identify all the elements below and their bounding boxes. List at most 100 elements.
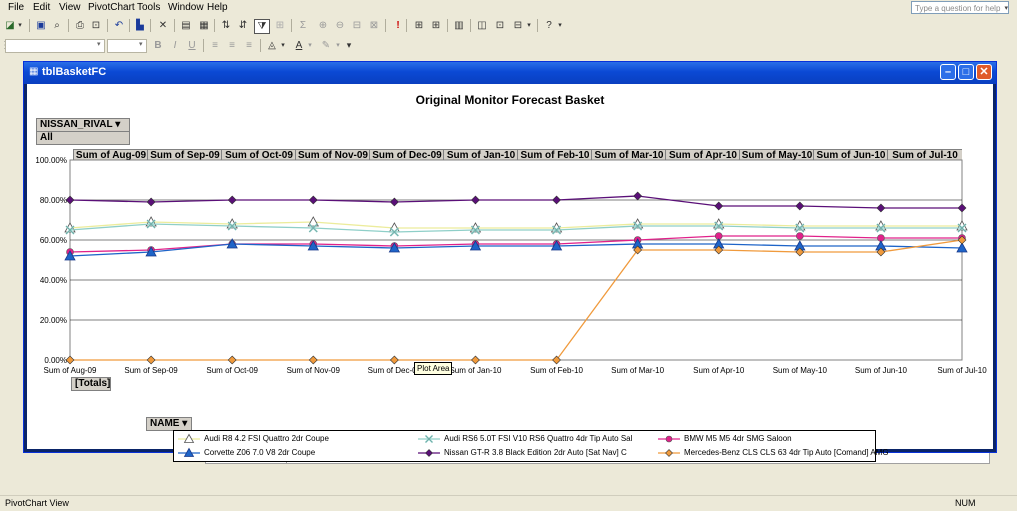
font-name-combo[interactable]: ▾ <box>5 39 105 53</box>
italic-icon[interactable]: I <box>168 39 182 52</box>
dropdown-arrow-icon[interactable]: ▾ <box>1004 2 1008 15</box>
menu-file[interactable]: File <box>8 2 24 13</box>
sort-descending-icon[interactable]: ⇵ <box>236 19 250 32</box>
autocalc-icon[interactable]: Σ <box>296 19 310 32</box>
status-text: PivotChart View <box>5 498 69 508</box>
legend-icon[interactable]: ▥ <box>452 19 466 32</box>
show-details-icon[interactable]: ⊟ <box>350 19 364 32</box>
menu-bar: File Edit View PivotChart Tools Window H… <box>0 0 1017 16</box>
chevron-down-icon[interactable]: ▾ <box>16 19 24 32</box>
refresh-icon[interactable]: ! <box>391 19 405 32</box>
help-placeholder: Type a question for help <box>915 4 1001 13</box>
menu-help[interactable]: Help <box>207 2 228 13</box>
legend-marker <box>178 433 200 443</box>
toolbar-separator <box>537 19 538 32</box>
filter-field-button[interactable]: NISSAN_RIVAL ▾ <box>36 118 130 132</box>
font-color-icon[interactable]: A <box>292 39 306 52</box>
menu-tools[interactable]: Tools <box>137 2 160 13</box>
chevron-down-icon[interactable]: ▾ <box>345 39 353 52</box>
series-marker <box>425 449 433 457</box>
category-field-button[interactable]: [Totals] <box>71 377 111 391</box>
font-size-combo[interactable]: ▾ <box>107 39 147 53</box>
multiple-plots-icon[interactable]: ⊞ <box>412 19 426 32</box>
chart-icon[interactable]: ▙ <box>133 19 147 32</box>
undo-icon[interactable]: ↶ <box>112 19 126 32</box>
minimize-button[interactable]: – <box>940 64 956 80</box>
dropdown-arrow-icon[interactable]: ▾ <box>139 41 145 49</box>
x-tick-label: Sum of Jan-10 <box>449 366 502 375</box>
y-tick-label: 0.00% <box>44 356 67 365</box>
toolbar-separator <box>447 19 448 32</box>
bold-icon[interactable]: B <box>151 39 165 52</box>
num-lock-indicator: NUM <box>955 498 976 508</box>
show-top-icon[interactable]: ⊞ <box>273 19 287 32</box>
toolbar-separator <box>68 19 69 32</box>
delete-icon[interactable]: ✕ <box>156 19 170 32</box>
legend-label: BMW M5 M5 4dr SMG Saloon <box>684 434 792 443</box>
toolbar-separator <box>291 19 292 32</box>
window-titlebar[interactable]: ▦ tblBasketFC – □ ✕ <box>24 62 996 84</box>
by-row-column-icon[interactable]: ⊞ <box>429 19 443 32</box>
toolbar-separator <box>174 19 175 32</box>
series-marker <box>665 449 673 457</box>
help-icon[interactable]: ? <box>542 19 556 32</box>
legend-marker <box>418 434 440 444</box>
new-object-icon[interactable]: ⊟ <box>511 19 525 32</box>
menu-window[interactable]: Window <box>168 2 204 13</box>
underline-icon[interactable]: U <box>185 39 199 52</box>
plot-area-tooltip: Plot Area <box>414 362 453 375</box>
field-list-icon[interactable]: ▤ <box>179 19 193 32</box>
toolbar-separator <box>470 19 471 32</box>
save-icon[interactable]: ▣ <box>34 19 48 32</box>
search-file-icon[interactable]: ⌕ <box>50 19 64 32</box>
chart-plot[interactable]: 0.00% 20.00% 40.00% 60.00% 80.00% 100.00% Sum … <box>27 156 993 450</box>
align-right-icon[interactable]: ≡ <box>242 39 256 52</box>
filter-field-label: NISSAN_RIVAL <box>40 119 113 130</box>
toolbar-separator <box>150 19 151 32</box>
dropdown-arrow-icon[interactable]: ▾ <box>182 418 187 429</box>
dropdown-arrow-icon[interactable]: ▾ <box>115 119 120 130</box>
series-field-button[interactable]: NAME ▾ <box>146 417 192 431</box>
x-tick-label: Sum of Sep-09 <box>124 366 178 375</box>
print-icon[interactable]: ⎙ <box>73 19 87 32</box>
collapse-icon[interactable]: ⊖ <box>333 19 347 32</box>
legend-label: Audi R8 4.2 FSI Quattro 2dr Coupe <box>204 434 329 443</box>
view-icon[interactable]: ◪ <box>3 19 17 32</box>
menu-pivotchart[interactable]: PivotChart <box>88 2 135 13</box>
align-center-icon[interactable]: ≡ <box>225 39 239 52</box>
autofilter-icon[interactable]: ⧩ <box>254 19 270 34</box>
y-tick-label: 100.00% <box>35 156 67 165</box>
chevron-down-icon[interactable]: ▾ <box>279 39 287 52</box>
status-bar: PivotChart View NUM <box>0 495 1017 511</box>
fill-color-icon[interactable]: ◬ <box>265 39 279 52</box>
line-color-icon[interactable]: ✎ <box>319 39 333 52</box>
menu-view[interactable]: View <box>59 2 81 13</box>
chevron-down-icon[interactable]: ▾ <box>306 39 314 52</box>
x-tick-label: Sum of Aug-09 <box>44 366 97 375</box>
align-left-icon[interactable]: ≡ <box>208 39 222 52</box>
help-search-input[interactable]: Type a question for help ▾ <box>911 1 1009 14</box>
toolbar-separator <box>203 39 204 52</box>
close-button[interactable]: ✕ <box>976 64 992 80</box>
pivotchart-area[interactable]: Original Monitor Forecast Basket NISSAN_… <box>27 84 993 462</box>
expand-icon[interactable]: ⊕ <box>316 19 330 32</box>
x-tick-label: Sum of Mar-10 <box>611 366 664 375</box>
menu-edit[interactable]: Edit <box>33 2 50 13</box>
series-marker <box>665 435 673 443</box>
properties-icon[interactable]: ▦ <box>197 19 211 32</box>
print-preview-icon[interactable]: ⊡ <box>89 19 103 32</box>
legend-marker <box>658 435 680 443</box>
database-window-icon[interactable]: ⊡ <box>493 19 507 32</box>
hide-details-icon[interactable]: ⊠ <box>367 19 381 32</box>
chevron-down-icon[interactable]: ▾ <box>334 39 342 52</box>
chevron-down-icon[interactable]: ▾ <box>525 19 533 32</box>
standard-toolbar: ◪ ▾ ▣ ⌕ ⎙ ⊡ ↶ ▙ ✕ ▤ ▦ ⇅ ⇵ ⧩ ⊞ Σ ⊕ ⊖ ⊟ ⊠ … <box>0 16 1017 36</box>
chevron-down-icon[interactable]: ▾ <box>556 19 564 32</box>
field-properties-icon[interactable]: ◫ <box>475 19 489 32</box>
chart-legend[interactable]: Audi R8 4.2 FSI Quattro 2dr Coupe Audi RS… <box>173 430 889 462</box>
dropdown-arrow-icon[interactable]: ▾ <box>97 41 103 49</box>
y-tick-label: 60.00% <box>40 236 67 245</box>
sort-ascending-icon[interactable]: ⇅ <box>219 19 233 32</box>
x-tick-label: Sum of Oct-09 <box>206 366 258 375</box>
maximize-button[interactable]: □ <box>958 64 974 80</box>
